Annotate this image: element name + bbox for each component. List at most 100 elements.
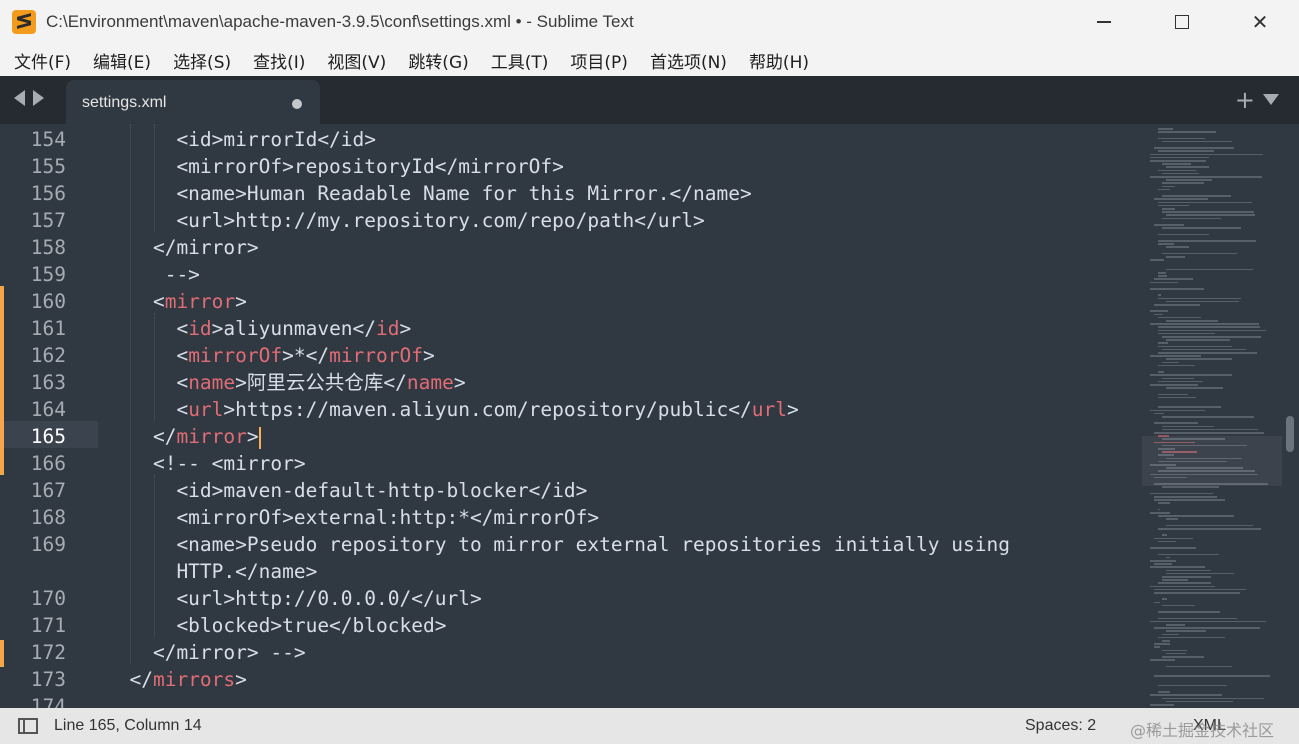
code-line[interactable]: <name>Human Readable Name for this Mirro… (106, 180, 751, 207)
tab-label: settings.xml (82, 94, 167, 111)
tab-settings-xml[interactable]: settings.xml (66, 80, 320, 124)
minimap-line (1158, 617, 1238, 620)
code-area[interactable]: <id>mirrorId</id> <mirrorOf>repositoryId… (106, 124, 1142, 708)
minimap-line (1150, 355, 1201, 357)
menu-file[interactable]: 文件(F) (14, 48, 71, 73)
minimap-line (1154, 147, 1234, 149)
line-number: 160 (30, 290, 66, 313)
minimap-line (1162, 416, 1254, 418)
cursor-position[interactable]: Line 165, Column 14 (54, 717, 202, 735)
line-number: 166 (30, 452, 66, 475)
code-text: >*</ (282, 344, 330, 367)
tab-list-chevron-down-icon[interactable] (1263, 94, 1279, 105)
code-text: > (453, 371, 466, 394)
vertical-scrollbar[interactable] (1282, 124, 1299, 708)
code-line[interactable]: <url>https://maven.aliyun.com/repository… (106, 396, 798, 423)
minimap-line (1158, 169, 1197, 172)
previous-tab-icon[interactable] (14, 90, 25, 106)
unsaved-dot-icon[interactable] (292, 99, 302, 109)
code-text: > (235, 290, 247, 313)
code-text: <url>http://my.repository.com/repo/path<… (106, 209, 705, 232)
code-line[interactable]: <name>阿里云公共仓库</name> (106, 369, 466, 396)
code-line[interactable]: <url>http://my.repository.com/repo/path<… (106, 207, 705, 234)
minimap-line (1150, 585, 1215, 588)
title-bar: C:\Environment\maven\apache-maven-3.9.5\… (0, 0, 1299, 44)
minimap-line (1158, 297, 1242, 300)
code-line[interactable]: <name>Pseudo repository to mirror extern… (106, 531, 1010, 558)
line-number: 162 (30, 344, 66, 367)
minimap-viewport[interactable] (1142, 436, 1282, 486)
code-line[interactable]: <blocked>true</blocked> (106, 612, 446, 639)
code-line[interactable]: <mirrorOf>repositoryId</mirrorOf> (106, 153, 563, 180)
menu-edit[interactable]: 编辑(E) (93, 48, 151, 73)
code-line[interactable]: <mirrorOf>*</mirrorOf> (106, 342, 434, 369)
minimize-button[interactable] (1065, 0, 1143, 44)
code-editor[interactable]: 154 155 156 157 158 159 160 161 162 163 164 165 166 1… (0, 124, 1299, 708)
menu-selection[interactable]: 选择(S) (173, 48, 231, 73)
code-line[interactable]: <!-- <mirror> (106, 450, 306, 477)
code-line[interactable]: <id>mirrorId</id> (106, 126, 376, 153)
menu-view[interactable]: 视图(V) (327, 48, 386, 73)
code-line[interactable]: <mirrorOf>external:http:*</mirrorOf> (106, 504, 599, 531)
minimap-line (1166, 214, 1255, 216)
xml-tag-name: mirrors (152, 668, 236, 691)
minimap-line (1158, 137, 1206, 140)
code-text: HTTP.</name> (106, 560, 318, 583)
code-text: --> (106, 263, 200, 286)
minimap-line (1154, 646, 1161, 648)
minimap-line (1162, 140, 1233, 143)
scrollbar-thumb[interactable] (1286, 416, 1294, 452)
code-line[interactable]: <url>http://0.0.0.0/</url> (106, 585, 481, 612)
line-number: 174 (30, 695, 66, 708)
minimap-line (1154, 643, 1170, 645)
menu-find[interactable]: 查找(I) (253, 48, 305, 73)
code-line[interactable]: <id>aliyunmaven</id> (106, 315, 411, 342)
menu-tools[interactable]: 工具(T) (491, 48, 549, 73)
minimap-line (1158, 553, 1219, 556)
minimap-line (1162, 348, 1247, 351)
maximize-button[interactable] (1143, 0, 1221, 44)
minimap-line (1166, 518, 1179, 520)
minimap-line (1154, 496, 1218, 498)
indentation-setting[interactable]: Spaces: 2 (1025, 717, 1096, 735)
tab-bar: settings.xml + (0, 76, 1299, 124)
menu-preferences[interactable]: 首选项(N) (650, 48, 727, 73)
line-number: 169 (30, 533, 66, 556)
code-text: </mirror> (106, 236, 259, 259)
next-tab-icon[interactable] (33, 90, 44, 106)
window-title: C:\Environment\maven\apache-maven-3.9.5\… (46, 12, 634, 31)
modified-lines-marker (0, 640, 4, 667)
toggle-sidebar-icon[interactable] (18, 718, 38, 734)
minimap-line (1154, 224, 1184, 226)
close-button[interactable]: ✕ (1221, 0, 1299, 44)
minimap-line (1158, 150, 1214, 152)
minimap-line (1154, 537, 1193, 540)
code-line[interactable]: <id>maven-default-http-blocker</id> (106, 477, 587, 504)
new-tab-plus-icon[interactable]: + (1235, 86, 1255, 114)
code-text: <mirrorOf>external:http:*</mirrorOf> (106, 506, 600, 529)
code-line[interactable]: </mirror> --> (106, 639, 306, 666)
line-number: 161 (30, 317, 66, 340)
minimap-line (1158, 636, 1225, 639)
code-line[interactable]: </mirror> (106, 234, 259, 261)
minimap-line (1158, 316, 1202, 319)
code-line[interactable]: HTTP.</name> (106, 558, 317, 585)
menu-goto[interactable]: 跳转(G) (408, 48, 468, 73)
line-number: 172 (30, 641, 66, 664)
menu-help[interactable]: 帮助(H) (749, 48, 809, 73)
code-line[interactable]: <mirror> (106, 288, 247, 315)
menu-project[interactable]: 项目(P) (570, 48, 628, 73)
code-text: > (399, 317, 412, 340)
minimap-line (1150, 156, 1209, 159)
minimap[interactable] (1142, 124, 1282, 708)
code-line[interactable]: </mirror> (106, 423, 261, 450)
minimap-line (1154, 198, 1209, 200)
minimap-line (1154, 278, 1193, 280)
minimap-line (1158, 128, 1173, 130)
code-line[interactable]: </mirrors> (106, 666, 246, 693)
code-line[interactable]: --> (106, 261, 200, 288)
minimap-line (1166, 524, 1254, 527)
minimap-line (1150, 620, 1267, 623)
minimap-line (1154, 432, 1265, 434)
minimap-line (1162, 428, 1258, 431)
